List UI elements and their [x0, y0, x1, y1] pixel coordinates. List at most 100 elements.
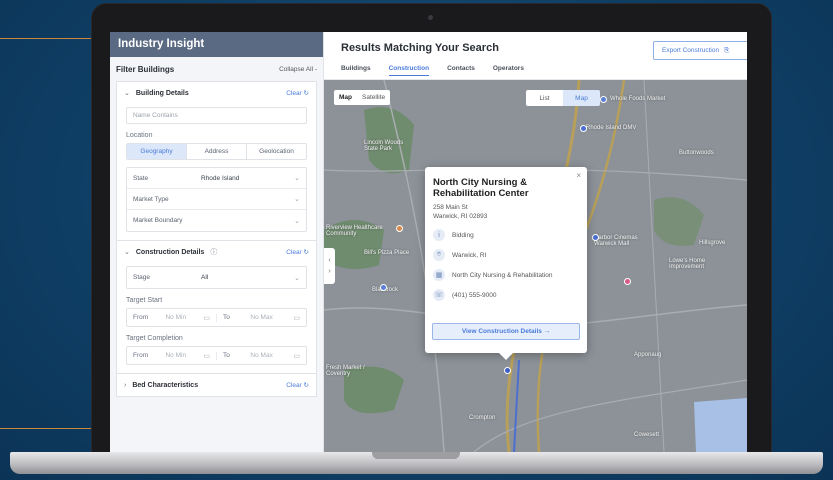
popup-phone: (401) 555-9000: [452, 291, 497, 299]
map-label: Bill's Pizza Place: [364, 250, 410, 256]
tab-geolocation[interactable]: Geolocation: [247, 144, 306, 159]
clear-building-details-button[interactable]: Clear ↻: [286, 89, 309, 97]
tab-operators[interactable]: Operators: [493, 65, 524, 76]
geography-selects: State Rhode Island ⌄ Market Type ⌄ Marke…: [126, 167, 307, 232]
map-type-map[interactable]: Map: [334, 90, 357, 105]
view-construction-details-button[interactable]: View Construction Details →: [432, 323, 580, 340]
tab-address[interactable]: Address: [187, 144, 247, 159]
refresh-icon: ↻: [303, 382, 309, 389]
map-pin-icon[interactable]: [396, 225, 403, 232]
map-pin-icon[interactable]: [504, 367, 511, 374]
stage-label: Stage: [133, 274, 150, 281]
location-pin-icon: ⌾: [433, 249, 445, 261]
phone-icon: ☏: [433, 289, 445, 301]
tab-contacts[interactable]: Contacts: [447, 65, 475, 76]
construction-details-title: Construction Details: [135, 248, 205, 256]
calendar-icon: ▭: [203, 314, 210, 322]
map-pin-icon[interactable]: [600, 96, 607, 103]
accent-line-bottom: [0, 428, 92, 429]
tab-construction[interactable]: Construction: [388, 65, 430, 76]
refresh-icon: ↻: [303, 90, 309, 97]
chevron-left-icon: ‹: [328, 257, 331, 264]
location-label: Location: [126, 132, 153, 139]
info-icon[interactable]: ⓘ: [210, 247, 217, 257]
panel-collapse-handle[interactable]: ‹ ›: [324, 248, 335, 284]
building-details-header[interactable]: ⌄ Building Details Clear ↻: [117, 82, 316, 104]
market-boundary-select[interactable]: Market Boundary ⌄: [127, 210, 306, 231]
map-label: Crompton: [469, 415, 496, 421]
brand-title: Industry Insight: [110, 32, 323, 57]
to-label: To: [223, 352, 230, 359]
bed-characteristics-header[interactable]: › Bed Characteristics Clear ↻: [117, 374, 316, 396]
export-construction-button[interactable]: Export Construction ⎘: [653, 41, 747, 60]
map-pin-icon[interactable]: [580, 125, 587, 132]
from-placeholder: No Min: [165, 352, 187, 359]
popup-address-line2: Warwick, RI 02893: [433, 213, 488, 220]
stage-select[interactable]: Stage All ⌄: [126, 266, 307, 289]
popup-operator: North City Nursing & Rehabilitation: [452, 271, 553, 279]
market-type-select[interactable]: Market Type ⌄: [127, 189, 306, 210]
target-completion-from[interactable]: From No Min ▭: [127, 351, 217, 360]
target-completion-to[interactable]: To No Max ▭: [217, 352, 306, 360]
target-start-to[interactable]: To No Max ▭: [217, 314, 306, 322]
map-label: Whole Foods Market: [610, 96, 666, 102]
map-view-button[interactable]: Map: [563, 90, 600, 106]
to-placeholder: No Max: [250, 352, 273, 359]
app-screen: Industry Insight Filter Buildings Collap…: [110, 32, 747, 452]
from-label: From: [133, 314, 149, 321]
state-value: Rhode Island: [201, 174, 240, 182]
view-toggle: List Map: [526, 90, 600, 106]
filter-title: Filter Buildings: [116, 64, 175, 74]
building-details-card: ⌄ Building Details Clear ↻ Name Contains…: [116, 81, 317, 241]
popup-address-line1: 258 Main St: [433, 204, 468, 211]
info-icon: i: [433, 229, 445, 241]
stage-value: All: [201, 274, 209, 281]
list-view-button[interactable]: List: [526, 90, 563, 106]
map-label: Harbor Cinemas Warwick Mall: [594, 235, 638, 247]
target-start-label: Target Start: [126, 297, 163, 304]
map-label: Apponaug: [634, 352, 662, 358]
map-pin-icon[interactable]: [380, 284, 387, 291]
map-label: Lincoln Woods State Park: [364, 140, 404, 152]
to-placeholder: No Max: [250, 314, 273, 321]
popup-city-row: ⌾ Warwick, RI: [433, 249, 579, 261]
map-type-satellite[interactable]: Satellite: [357, 90, 390, 105]
target-start-from[interactable]: From No Min ▭: [127, 313, 217, 322]
results-title: Results Matching Your Search: [341, 42, 499, 54]
chevron-down-icon: ⌄: [124, 249, 130, 256]
to-label: To: [223, 314, 230, 321]
clear-label: Clear: [286, 382, 302, 389]
chevron-down-icon: ⌄: [294, 196, 300, 203]
collapse-all-button[interactable]: Collapse All -: [279, 66, 317, 73]
calendar-icon: ▭: [203, 352, 210, 360]
popup-address: 258 Main St Warwick, RI 02893: [433, 203, 579, 221]
popup-status-row: i Bidding: [433, 229, 579, 241]
construction-details-header[interactable]: ⌄ Construction Details ⓘ Clear ↻: [117, 241, 316, 263]
chevron-down-icon: ⌄: [124, 90, 130, 97]
state-select[interactable]: State Rhode Island ⌄: [127, 168, 306, 189]
tab-geography[interactable]: Geography: [127, 144, 187, 159]
map-view[interactable]: Map Satellite List Map ‹ › Whole Foods M…: [324, 80, 747, 452]
clear-bed-characteristics-button[interactable]: Clear ↻: [286, 381, 309, 389]
target-completion-range: From No Min ▭ To No Max ▭: [126, 346, 307, 365]
clear-label: Clear: [286, 249, 302, 256]
chevron-down-icon: ⌄: [294, 274, 300, 282]
building-details-title: Building Details: [135, 89, 189, 97]
clear-label: Clear: [286, 90, 302, 97]
from-placeholder: No Min: [165, 314, 187, 321]
popup-building-name: North City Nursing & Rehabilitation Cent…: [433, 177, 529, 199]
export-icon: ⎘: [724, 46, 730, 54]
map-pin-icon[interactable]: [624, 278, 631, 285]
map-pin-icon[interactable]: [592, 234, 599, 241]
target-start-range: From No Min ▭ To No Max ▭: [126, 308, 307, 327]
clear-construction-details-button[interactable]: Clear ↻: [286, 248, 309, 256]
map-label: Fresh Market / Coventry: [326, 365, 365, 377]
calendar-icon: ▭: [293, 352, 300, 360]
state-label: State: [133, 174, 149, 182]
stage-row: Stage All ⌄: [127, 267, 306, 288]
tab-buildings[interactable]: Buildings: [341, 65, 371, 76]
building-popup: × North City Nursing & Rehabilitation Ce…: [425, 167, 587, 360]
water-area: [694, 398, 747, 452]
close-icon[interactable]: ×: [576, 171, 581, 180]
name-contains-input[interactable]: Name Contains: [126, 107, 307, 124]
